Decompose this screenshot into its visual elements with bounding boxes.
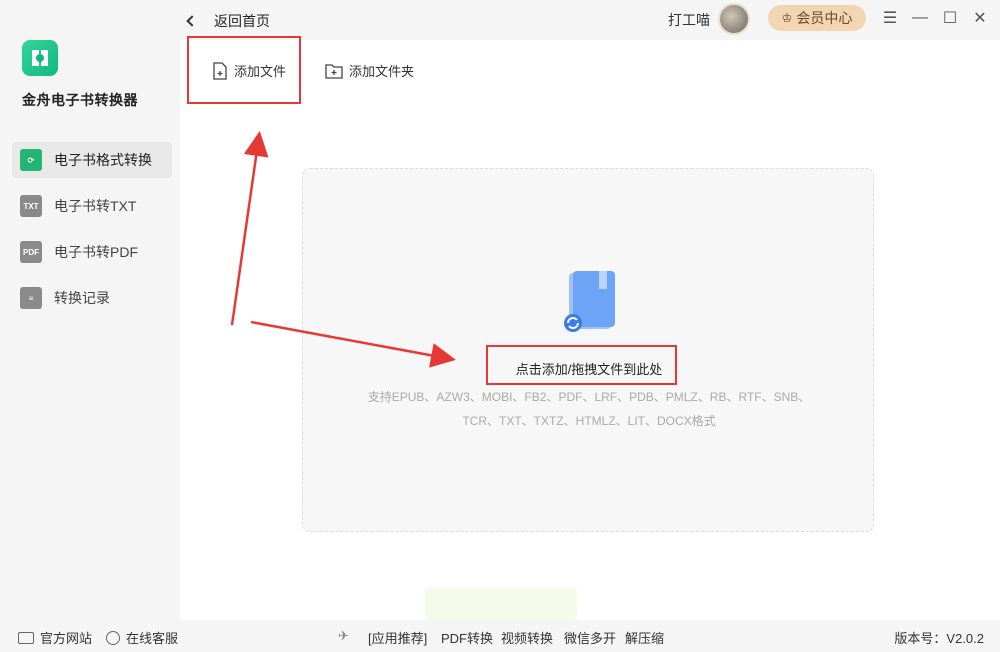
vip-center-button[interactable]: ♔ 会员中心 [768,5,866,31]
menu-icon[interactable]: ☰ [880,8,900,28]
back-label: 返回首页 [214,13,270,29]
support-link[interactable]: 在线客服 [106,628,178,647]
sidebar-item-to-txt[interactable]: TXT 电子书转TXT [12,188,172,224]
txt-file-icon: TXT [20,195,42,217]
add-folder-label: 添加文件夹 [349,64,415,79]
vip-label: 会员中心 [796,10,853,26]
headset-icon [106,630,120,645]
support-label: 在线客服 [126,631,179,646]
crown-icon: ♔ [781,11,793,25]
close-icon[interactable]: ✕ [970,8,990,28]
maximize-icon[interactable]: ☐ [940,8,960,28]
minimize-icon[interactable]: — [910,8,930,28]
avatar[interactable] [718,3,750,35]
add-folder-icon [325,63,343,79]
website-link[interactable]: 官方网站 [18,628,92,647]
sidebar-nav: ⟳ 电子书格式转换 TXT 电子书转TXT PDF 电子书转PDF ≡ 转换记录 [12,142,172,326]
add-file-highlight [187,36,301,104]
list-icon: ≡ [20,287,42,309]
sidebar-item-label: 转换记录 [54,290,110,306]
username[interactable]: 打工喵 [668,10,710,30]
footer-bar: 官方网站 在线客服 ✈ [应用推荐] PDF转换 视频转换 微信多开 解压缩 版… [0,620,1000,652]
add-folder-button[interactable]: 添加文件夹 [325,61,414,80]
monitor-icon [18,631,34,644]
main-panel: 添加文件 添加文件夹 点击添加/拖拽文件到此处 支持EPUB、AZW3、MOBI… [180,36,1000,620]
app-logo-icon [22,40,58,76]
unzip-link[interactable]: 解压缩 [625,628,664,647]
back-home-button[interactable]: 返回首页 [186,11,270,31]
start-convert-button[interactable] [425,588,577,620]
apps-recommend-label: [应用推荐] [368,631,428,646]
sidebar-item-format-convert[interactable]: ⟳ 电子书格式转换 [12,142,172,178]
sidebar-item-to-pdf[interactable]: PDF 电子书转PDF [12,234,172,270]
website-label: 官方网站 [40,631,93,646]
rocket-icon: ✈ [338,628,349,643]
sidebar-item-label: 电子书转TXT [54,198,137,214]
sidebar: 金舟电子书转换器 ⟳ 电子书格式转换 TXT 电子书转TXT PDF 电子书转P… [0,0,180,620]
version-label: 版本号：V2.0.2 [894,631,984,646]
supported-formats-line1: 支持EPUB、AZW3、MOBI、FB2、PDF、LRF、PDB、PMLZ、RB… [367,390,811,404]
supported-formats-line2: TCR、TXT、TXTZ、HTMLZ、LIT、DOCX格式 [462,414,716,428]
chevron-left-icon [186,15,198,27]
dropzone-prompt-highlight [486,345,677,385]
sidebar-item-label: 电子书格式转换 [54,152,152,168]
ebook-icon [564,271,615,332]
sidebar-item-history[interactable]: ≡ 转换记录 [12,280,172,316]
title-bar: 返回首页 打工喵 ♔ 会员中心 ☰ — ☐ ✕ [180,0,1000,40]
pdf-file-icon: PDF [20,241,42,263]
video-convert-link[interactable]: 视频转换 [501,628,553,647]
sidebar-item-label: 电子书转PDF [54,244,138,260]
wechat-multi-link[interactable]: 微信多开 [564,628,616,647]
pdf-convert-link[interactable]: PDF转换 [441,628,493,647]
app-name: 金舟电子书转换器 [22,92,138,108]
refresh-icon: ⟳ [20,149,42,171]
